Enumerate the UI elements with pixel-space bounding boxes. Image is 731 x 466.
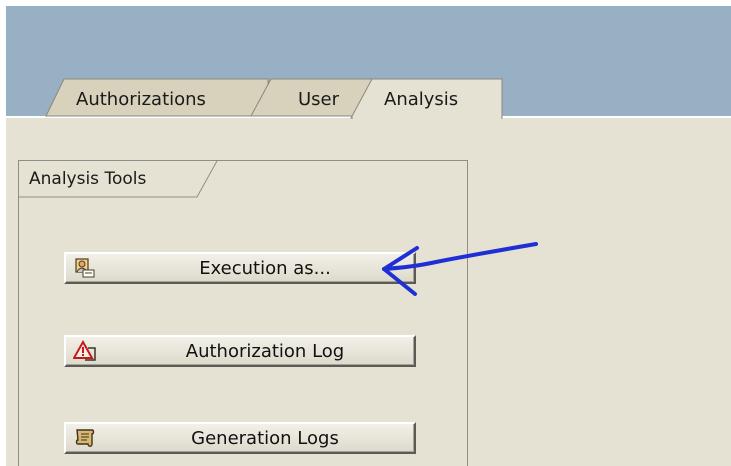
generation-logs-label: Generation Logs (191, 428, 339, 449)
authorization-log-label: Authorization Log (185, 341, 345, 362)
tab-user[interactable]: User (298, 90, 339, 110)
scroll-log-icon (75, 429, 95, 447)
authorization-log-button[interactable]: Authorization Log (64, 335, 416, 367)
generation-logs-button[interactable]: Generation Logs (64, 422, 416, 454)
warning-log-icon (73, 340, 96, 361)
analysis-tools-group: Analysis Tools (18, 160, 468, 466)
tab-analysis[interactable]: Analysis (384, 90, 458, 110)
user-execute-icon (75, 258, 95, 278)
execution-as-button[interactable]: Execution as... (64, 252, 416, 284)
group-title: Analysis Tools (29, 169, 147, 189)
execution-as-label: Execution as... (199, 258, 331, 279)
sap-window-frame: Authorizations User Analysis Analysis To… (6, 6, 731, 466)
tab-authorizations[interactable]: Authorizations (76, 90, 206, 110)
